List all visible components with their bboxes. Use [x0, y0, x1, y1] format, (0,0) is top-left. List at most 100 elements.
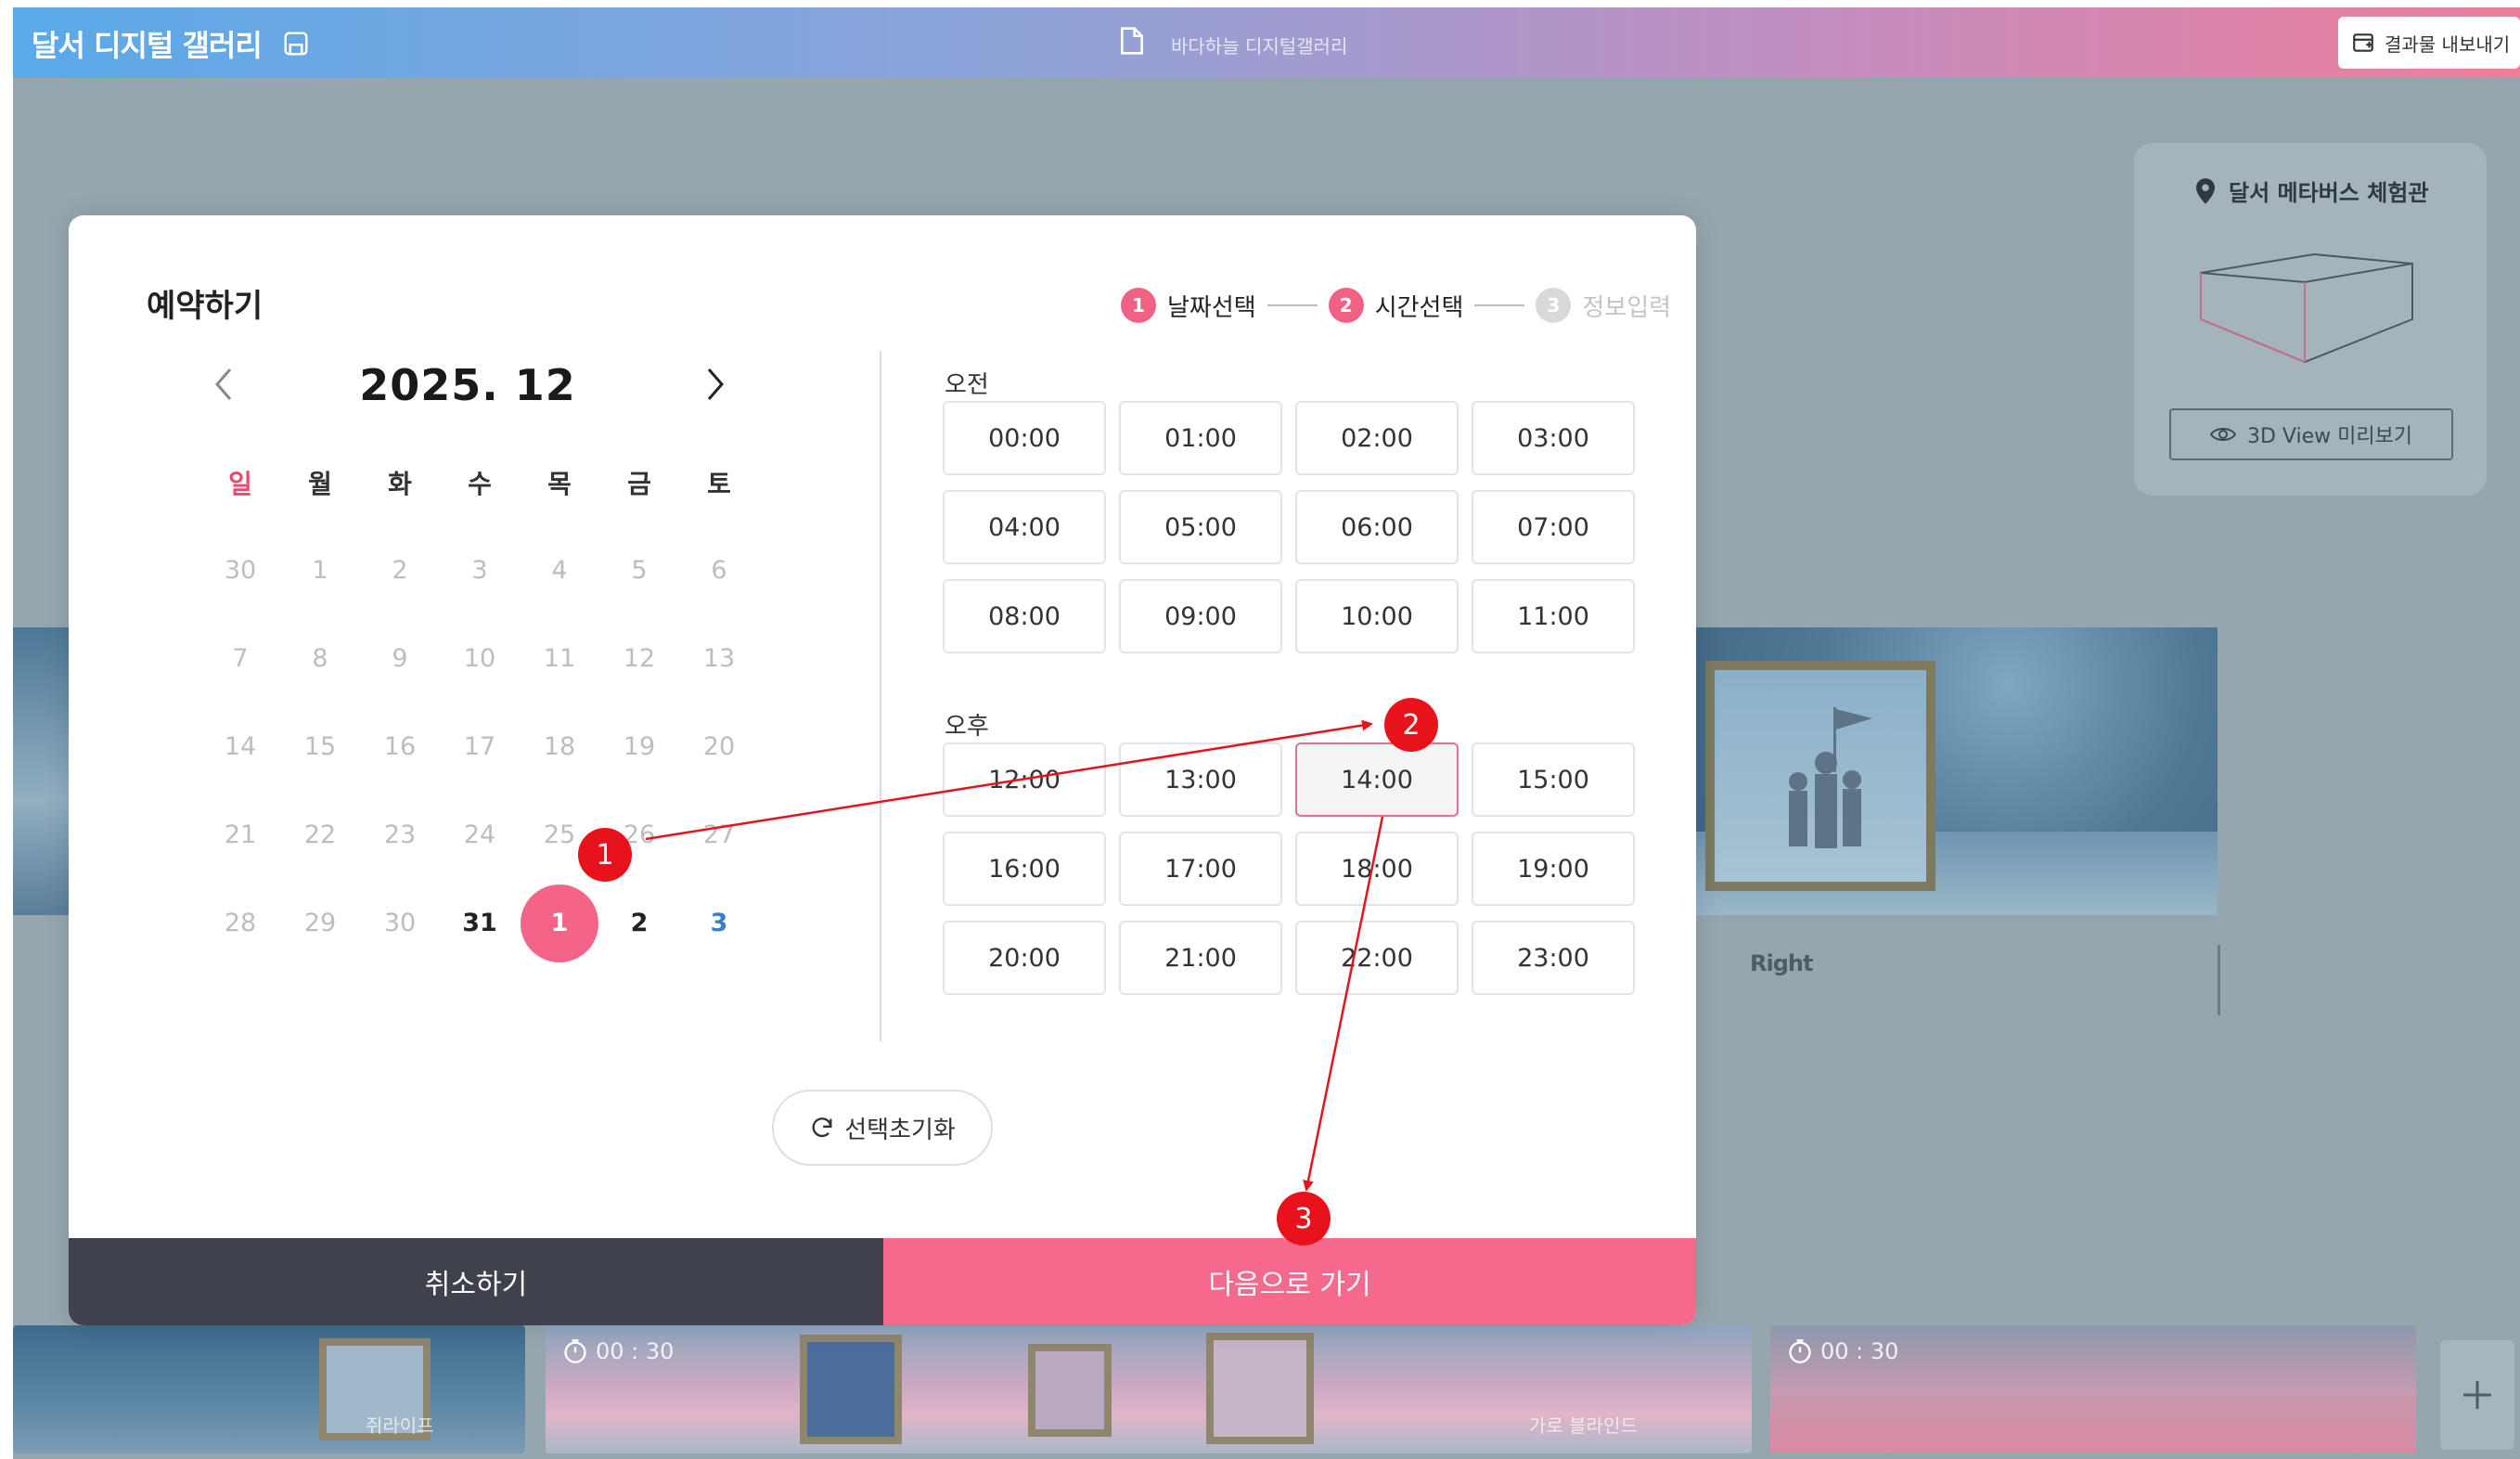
time-slot[interactable]: 07:00 — [1472, 490, 1635, 564]
time-slot[interactable]: 00:00 — [943, 401, 1106, 475]
calendar-day-disabled: 27 — [702, 820, 736, 849]
calendar-week: 14 15 16 17 18 19 20 — [200, 703, 761, 791]
export-icon — [2353, 33, 2373, 52]
weekday-label: 월 — [308, 468, 332, 499]
refresh-icon — [812, 1117, 832, 1138]
time-slot[interactable]: 02:00 — [1295, 401, 1459, 475]
top-bar: 달서 디지털 갤러리 바다하늘 디지털갤러리 결과물 내보내기 — [13, 7, 2520, 78]
thumb-frame — [1206, 1333, 1314, 1444]
calendar-day-disabled: 17 — [463, 732, 496, 761]
time-slot[interactable]: 01:00 — [1119, 401, 1282, 475]
step-number: 2 — [1328, 288, 1364, 323]
time-slot[interactable]: 03:00 — [1472, 401, 1635, 475]
calendar-month: 2025. 12 — [359, 360, 576, 410]
next-button[interactable]: 다음으로 가기 — [883, 1238, 1696, 1325]
time-slot[interactable]: 12:00 — [943, 742, 1106, 817]
export-button[interactable]: 결과물 내보내기 — [2338, 17, 2520, 69]
step-info: 3 정보입력 — [1536, 288, 1671, 323]
pm-label: 오후 — [945, 713, 989, 741]
time-slot[interactable]: 23:00 — [1472, 921, 1635, 995]
time-slot[interactable]: 11:00 — [1472, 579, 1635, 653]
calendar-day[interactable]: 2 — [599, 909, 679, 937]
scene-thumbnail[interactable]: 00 : 30 — [1770, 1325, 2416, 1453]
calendar-day-disabled: 9 — [392, 644, 408, 673]
time-slot[interactable]: 04:00 — [943, 490, 1106, 564]
annotation-marker: 1 — [578, 828, 632, 882]
scene-image-right — [1696, 627, 2218, 915]
calendar-day-disabled: 1 — [312, 556, 328, 585]
time-slot[interactable]: 06:00 — [1295, 490, 1459, 564]
wall-label-right: Right — [1750, 950, 1813, 976]
export-label: 결과물 내보내기 — [2385, 32, 2511, 56]
3d-view-preview-button[interactable]: 3D View 미리보기 — [2169, 408, 2453, 460]
calendar-day-disabled: 24 — [463, 820, 496, 849]
scene-thumbnail[interactable]: 쥐라이프 — [13, 1325, 525, 1453]
calendar-day-disabled: 13 — [702, 644, 736, 673]
panel-divider — [880, 351, 881, 1041]
soldiers-silhouette — [1789, 707, 1872, 848]
calendar-day-disabled: 29 — [303, 909, 337, 937]
selected-day-number: 1 — [521, 884, 598, 962]
weekday-label: 일 — [228, 468, 252, 499]
next-month-icon[interactable] — [701, 364, 729, 405]
time-slot[interactable]: 19:00 — [1472, 832, 1635, 906]
thumb-timer: 00 : 30 — [562, 1338, 674, 1364]
time-slot[interactable]: 15:00 — [1472, 742, 1635, 817]
weekday-label: 화 — [388, 468, 412, 499]
calendar-week: 28 29 30 31 1 2 3 — [200, 879, 761, 967]
thumb-frame — [1028, 1344, 1112, 1437]
calendar-day-disabled: 12 — [623, 644, 656, 673]
time-slot[interactable]: 18:00 — [1295, 832, 1459, 906]
reservation-modal: 예약하기 1 날짜선택 2 시간선택 3 정보입력 2025. 12 일 월 화… — [69, 215, 1696, 1325]
time-slot[interactable]: 16:00 — [943, 832, 1106, 906]
thumb-frame — [800, 1335, 902, 1444]
step-number: 3 — [1536, 288, 1572, 323]
thumb-timer: 00 : 30 — [1787, 1338, 1898, 1364]
time-slot[interactable]: 20:00 — [943, 921, 1106, 995]
scene-image-left — [13, 627, 69, 915]
time-slot-selected[interactable]: 14:00 — [1295, 742, 1459, 817]
calendar-day-disabled: 20 — [702, 732, 736, 761]
calendar-day-disabled: 3 — [471, 556, 488, 585]
time-slot[interactable]: 08:00 — [943, 579, 1106, 653]
reset-selection-button[interactable]: 선택초기화 — [772, 1090, 993, 1166]
calendar-day-disabled: 23 — [383, 820, 417, 849]
time-slot[interactable]: 10:00 — [1295, 579, 1459, 653]
calendar-day[interactable]: 31 — [440, 909, 520, 937]
step-time: 2 시간선택 — [1328, 288, 1463, 323]
time-slot[interactable]: 09:00 — [1119, 579, 1282, 653]
time-slot[interactable]: 05:00 — [1119, 490, 1282, 564]
calendar-day-disabled: 2 — [392, 556, 408, 585]
document-title[interactable]: 바다하늘 디지털갤러리 — [1171, 32, 1347, 58]
thumb-caption: 가로 블라인드 — [1529, 1414, 1638, 1437]
timer-icon — [564, 1339, 586, 1363]
time-slot[interactable]: 13:00 — [1119, 742, 1282, 817]
weekday-label: 목 — [547, 468, 572, 499]
reset-label: 선택초기화 — [844, 1116, 956, 1144]
time-slot[interactable]: 22:00 — [1295, 921, 1459, 995]
calendar-day[interactable]: 3 — [679, 909, 759, 937]
calendar-day-disabled: 8 — [312, 644, 328, 673]
cancel-button[interactable]: 취소하기 — [69, 1238, 883, 1325]
calendar-day-disabled: 5 — [631, 556, 648, 585]
annotation-marker: 2 — [1384, 698, 1438, 752]
time-slot[interactable]: 17:00 — [1119, 832, 1282, 906]
scene-thumbnail[interactable]: 00 : 30 가로 블라인드 — [546, 1325, 1752, 1453]
calendar-grid: 일 월 화 수 목 금 토 30 1 2 3 4 5 6 7 8 9 10 11… — [200, 438, 761, 967]
calendar-day-disabled: 19 — [623, 732, 656, 761]
step-number: 1 — [1121, 288, 1156, 323]
calendar-day-disabled: 18 — [543, 732, 576, 761]
add-scene-button[interactable] — [2440, 1340, 2514, 1450]
calendar-day-disabled: 6 — [711, 556, 727, 585]
calendar-week: 7 8 9 10 11 12 13 — [200, 614, 761, 703]
calendar-day-disabled: 11 — [543, 644, 576, 673]
time-slot[interactable]: 21:00 — [1119, 921, 1282, 995]
calendar-day-disabled: 15 — [303, 732, 337, 761]
venue-name: 달서 메타버스 체험관 — [2193, 174, 2428, 207]
previous-month-icon[interactable] — [210, 364, 238, 405]
calendar-day-selected[interactable]: 1 — [520, 884, 599, 962]
save-icon[interactable] — [282, 30, 310, 58]
calendar-day-disabled: 14 — [224, 732, 257, 761]
calendar-week: 30 1 2 3 4 5 6 — [200, 526, 761, 614]
location-pin-icon — [2196, 177, 2215, 204]
